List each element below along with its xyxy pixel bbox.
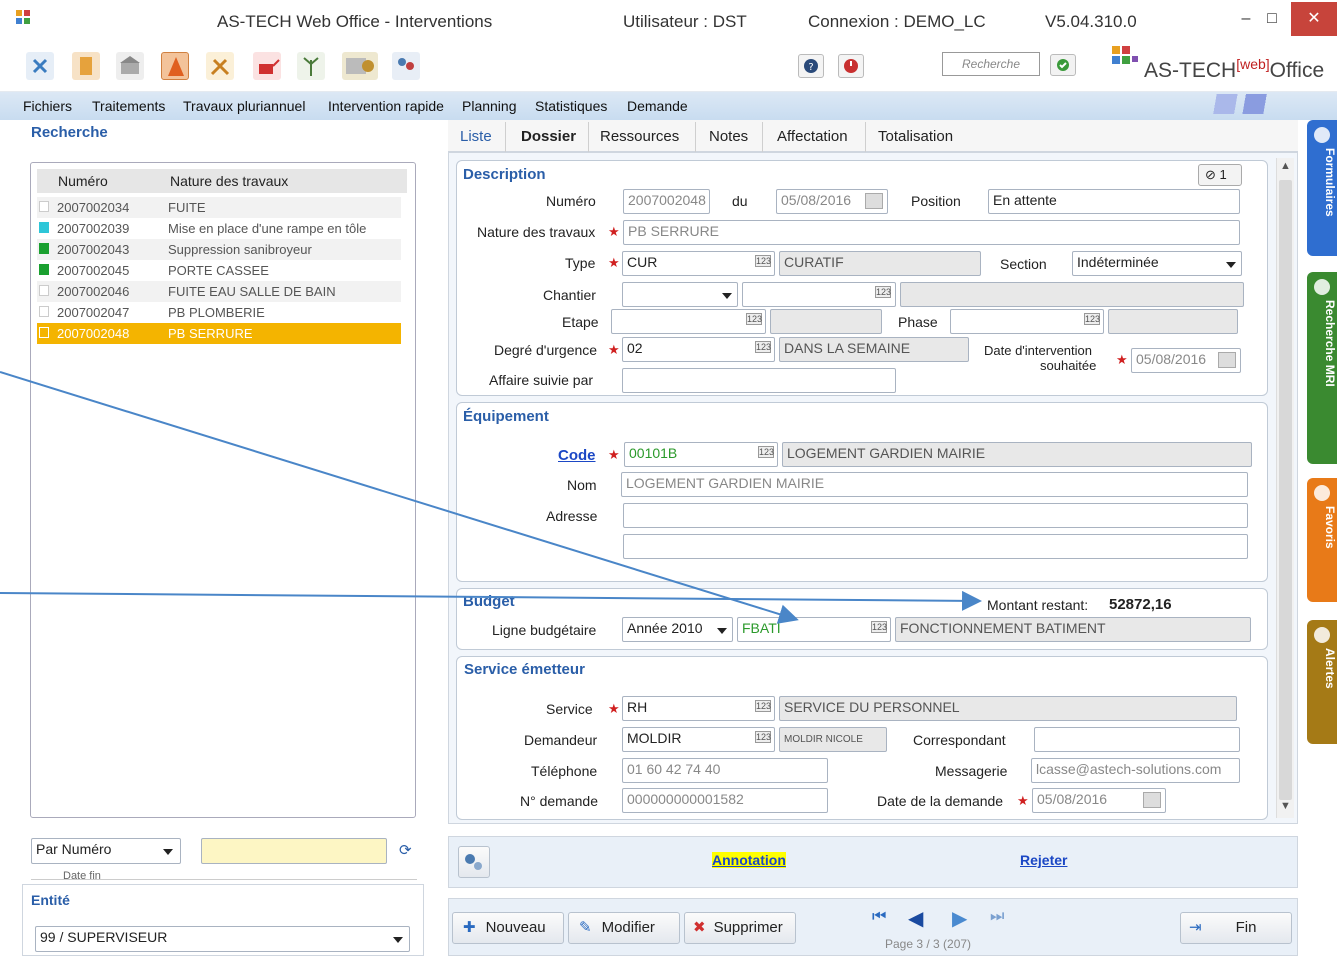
arrow-to-budget-code	[0, 371, 799, 624]
annotation-arrows	[0, 371, 982, 624]
app-window: AS-TECH Web Office - Interventions Utili…	[0, 0, 1337, 956]
arrow-to-montant	[0, 590, 982, 611]
